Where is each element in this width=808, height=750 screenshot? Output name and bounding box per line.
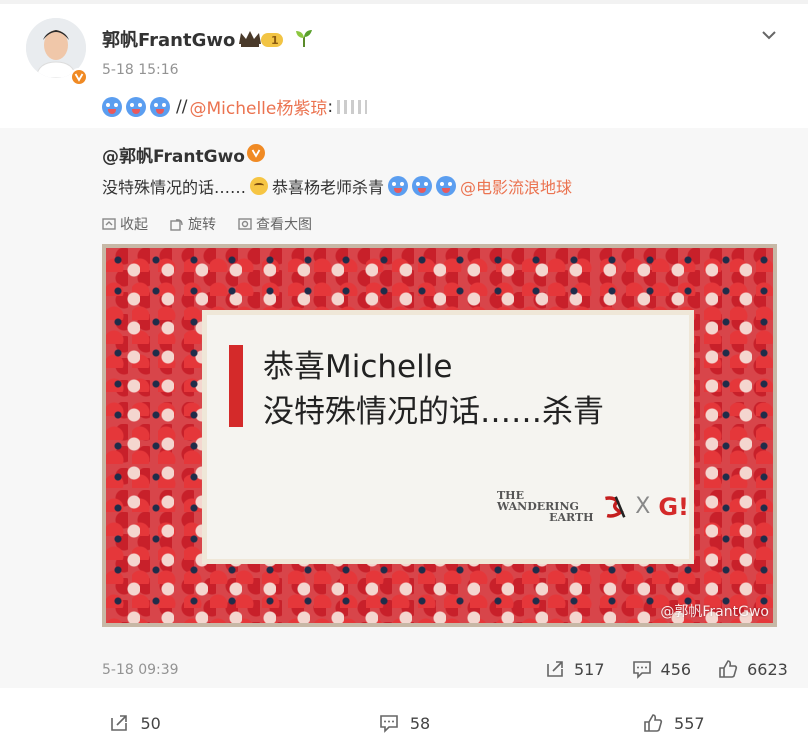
sprout-icon[interactable] [294, 28, 314, 52]
original-like-button[interactable]: 6623 [717, 658, 788, 680]
image-watermark: @郭帆FrantGwo [660, 601, 769, 621]
mention-link[interactable]: @Michelle杨紫琼 [189, 94, 327, 119]
comment-button[interactable]: 58 [269, 696, 538, 750]
view-large-icon [238, 218, 252, 230]
collapse-icon [102, 218, 116, 230]
repost-icon [547, 661, 563, 677]
smile-emoji-icon [250, 177, 269, 195]
red-accent-bar [229, 345, 243, 427]
like-count: 557 [674, 713, 705, 733]
original-text-part: 没特殊情况的话…… [102, 178, 247, 197]
comment-icon [380, 715, 398, 733]
calligraphy-logo-icon [604, 495, 626, 518]
repost-icon [111, 715, 128, 731]
repost-separator: // [176, 96, 188, 117]
doge-emoji-icon [412, 176, 433, 196]
repost-button[interactable]: 50 [0, 696, 269, 750]
original-repost-button[interactable]: 517 [544, 658, 605, 680]
doge-emoji-icon [150, 96, 170, 117]
like-icon [719, 660, 738, 678]
original-like-count: 6623 [747, 659, 788, 679]
logo-text-line2: EARTH [549, 511, 594, 524]
original-post-time[interactable]: 5-18 09:39 [102, 662, 179, 678]
doge-emoji-icon [126, 96, 146, 117]
verified-icon [70, 68, 88, 86]
reposted-content: @郭帆FrantGwo 没特殊情况的话…… 恭喜杨老师杀青 @电影流浪地球 收起… [0, 128, 808, 688]
doge-emoji-icon [388, 176, 409, 196]
original-post-stats: 517 456 6623 [544, 658, 788, 680]
mention-link[interactable]: @电影流浪地球 [460, 174, 572, 198]
view-large-button[interactable]: 查看大图 [238, 214, 312, 234]
gi-logo: G! [658, 492, 689, 521]
level-number: 1 [271, 34, 279, 47]
post-image[interactable]: 恭喜Michelle 没特殊情况的话……杀青 THE WANDERING EAR… [102, 244, 777, 627]
view-large-label: 查看大图 [256, 217, 312, 233]
mention-colon: : [327, 96, 334, 117]
movie-logo: THE WANDERING EARTH X G! [497, 490, 689, 523]
chevron-down-icon[interactable] [758, 24, 780, 46]
logo-cross: X [635, 494, 651, 519]
logo-text-line1: THE WANDERING [497, 489, 579, 513]
original-author-link[interactable]: @郭帆FrantGwo [102, 142, 245, 167]
collapse-label: 收起 [120, 217, 148, 233]
rotate-button[interactable]: 旋转 [170, 214, 216, 234]
doge-emoji-icon [436, 176, 457, 196]
comment-icon [632, 661, 651, 679]
cake-message-panel: 恭喜Michelle 没特殊情况的话……杀青 THE WANDERING EAR… [202, 310, 694, 564]
doge-emoji-icon [102, 96, 122, 117]
like-button[interactable]: 557 [539, 696, 808, 750]
original-post-text: 没特殊情况的话…… 恭喜杨老师杀青 @电影流浪地球 [102, 174, 572, 198]
cake-text-line1: 恭喜Michelle [263, 349, 453, 385]
rotate-label: 旋转 [188, 217, 216, 233]
weibo-post-card: 郭帆FrantGwo 1 5-18 15:16 // @Michelle杨紫琼 … [0, 4, 808, 750]
post-time[interactable]: 5-18 15:16 [102, 62, 179, 78]
like-icon [644, 714, 663, 732]
post-content: // @Michelle杨紫琼 : [102, 94, 368, 119]
original-repost-count: 517 [574, 659, 605, 679]
level-badge[interactable]: 1 [237, 28, 287, 54]
original-text-part: 恭喜杨老师杀青 [272, 178, 385, 197]
comment-count: 58 [409, 713, 431, 733]
rotate-icon [170, 219, 183, 231]
verified-icon [247, 144, 265, 162]
watermark-text: @郭帆FrantGwo [660, 604, 769, 620]
collapse-button[interactable]: 收起 [102, 214, 148, 234]
logo-text: THE WANDERING EARTH [497, 490, 594, 523]
original-comment-count: 456 [660, 659, 692, 679]
cake-text-line2: 没特殊情况的话……杀青 [263, 394, 604, 430]
post-footer-actions: 50 58 557 [0, 696, 808, 750]
original-comment-button[interactable]: 456 [631, 658, 692, 680]
image-actions: 收起 旋转 查看大图 [102, 214, 312, 234]
redacted-text [337, 99, 368, 114]
author-name[interactable]: 郭帆FrantGwo [102, 26, 235, 52]
repost-count: 50 [140, 713, 161, 733]
